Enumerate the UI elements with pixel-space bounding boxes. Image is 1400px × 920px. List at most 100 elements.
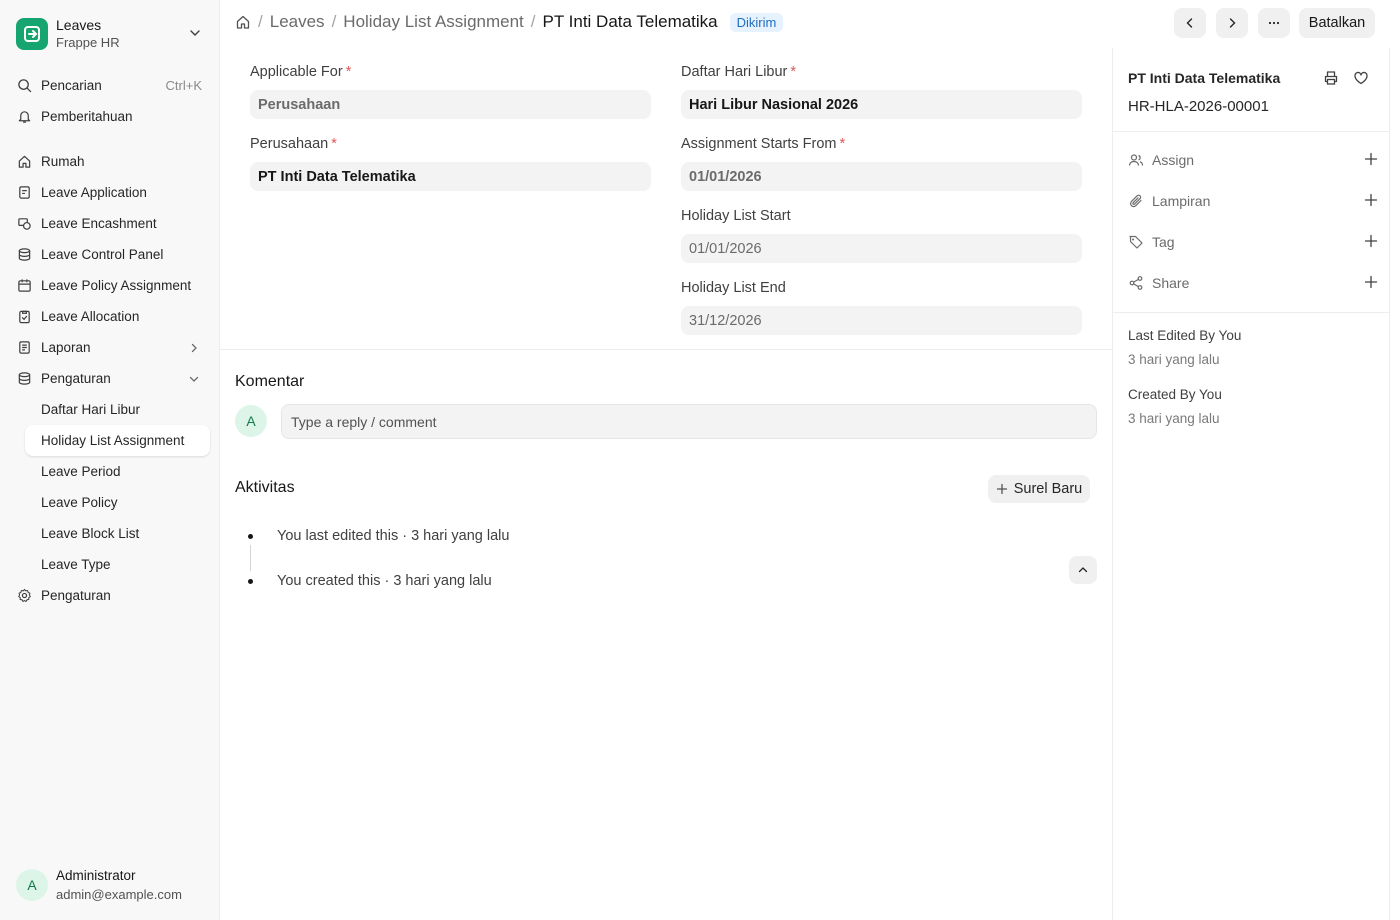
comment-input[interactable]: Type a reply / comment xyxy=(281,404,1097,439)
home-icon[interactable] xyxy=(235,14,251,30)
heart-icon[interactable] xyxy=(1353,70,1369,86)
timeline-line xyxy=(250,545,251,571)
field-label: Perusahaan xyxy=(250,136,329,152)
app-title: Leaves xyxy=(56,17,102,33)
timeline-dot xyxy=(248,579,253,584)
sidebar-item-label: Leave Encashment xyxy=(41,216,157,231)
breadcrumb-holiday-list-assignment[interactable]: Holiday List Assignment xyxy=(343,12,523,32)
app-subtitle: Frappe HR xyxy=(56,35,120,50)
chevron-left-icon xyxy=(1183,16,1197,30)
sidebar-item-label: Leave Policy Assignment xyxy=(41,278,192,293)
plus-icon[interactable] xyxy=(1364,152,1378,166)
chevron-right-icon xyxy=(1225,16,1239,30)
document-id: HR-HLA-2026-00001 xyxy=(1128,98,1269,115)
created-label: Created By You xyxy=(1128,387,1222,402)
tag-icon xyxy=(1128,234,1144,250)
plus-icon[interactable] xyxy=(1364,193,1378,207)
sidebar-item-settings-group[interactable]: Pengaturan xyxy=(8,363,212,394)
sidebar-item-leave-block-list[interactable]: Leave Block List xyxy=(8,518,212,549)
activity-item: You last edited this · 3 hari yang lalu xyxy=(277,528,510,544)
cancel-button[interactable]: Batalkan xyxy=(1299,8,1375,38)
holiday-list-start-input[interactable]: 01/01/2026 xyxy=(681,234,1082,263)
chevron-down-icon xyxy=(188,26,202,40)
holiday-list-start-field: Holiday List Start 01/01/2026 xyxy=(681,208,1082,263)
previous-button[interactable] xyxy=(1174,8,1206,38)
attachments-row[interactable]: Lampiran xyxy=(1128,190,1378,212)
more-horizontal-icon xyxy=(1267,16,1281,30)
paperclip-icon xyxy=(1128,193,1144,209)
user-menu[interactable]: A Administrator admin@example.com xyxy=(16,866,182,904)
holiday-list-end-input[interactable]: 31/12/2026 xyxy=(681,306,1082,335)
field-label: Daftar Hari Libur xyxy=(681,64,788,80)
user-name: Administrator xyxy=(56,868,136,883)
divider xyxy=(1113,131,1390,132)
form-section: Applicable For * Perusahaan Perusahaan * P… xyxy=(220,48,1112,350)
print-icon[interactable] xyxy=(1323,70,1339,86)
applicable-for-field: Applicable For * Perusahaan xyxy=(250,64,651,119)
assign-label: Assign xyxy=(1152,152,1195,168)
applicable-for-input[interactable]: Perusahaan xyxy=(250,90,651,119)
avatar: A xyxy=(235,405,267,437)
company-input[interactable]: PT Inti Data Telematika xyxy=(250,162,651,191)
new-email-button[interactable]: Surel Baru xyxy=(988,475,1090,503)
sidebar-item-leave-control-panel[interactable]: Leave Control Panel xyxy=(8,239,212,270)
tag-row[interactable]: Tag xyxy=(1128,231,1378,253)
sidebar-item-label: Laporan xyxy=(41,340,91,355)
sidebar-item-leave-allocation[interactable]: Leave Allocation xyxy=(8,301,212,332)
assignment-start-input[interactable]: 01/01/2026 xyxy=(681,162,1082,191)
document-sidebar: PT Inti Data Telematika HR-HLA-2026-0000… xyxy=(1112,48,1390,920)
assign-row[interactable]: Assign xyxy=(1128,149,1378,171)
holiday-list-input[interactable]: Hari Libur Nasional 2026 xyxy=(681,90,1082,119)
collapse-activity-button[interactable] xyxy=(1069,556,1097,584)
more-menu-button[interactable] xyxy=(1258,8,1290,38)
divider xyxy=(1113,312,1390,313)
sidebar-item-leave-application[interactable]: Leave Application xyxy=(8,177,212,208)
next-button[interactable] xyxy=(1216,8,1248,38)
sidebar-item-reports[interactable]: Laporan xyxy=(8,332,212,363)
sidebar-item-label: Pengaturan xyxy=(41,371,111,386)
sidebar-item-label: Leave Control Panel xyxy=(41,247,164,262)
attachments-label: Lampiran xyxy=(1152,193,1211,209)
app-logo xyxy=(16,18,48,50)
report-icon xyxy=(16,340,32,356)
created-value: 3 hari yang lalu xyxy=(1128,411,1220,426)
gear-icon xyxy=(16,588,32,604)
sidebar-item-leave-encashment[interactable]: Leave Encashment xyxy=(8,208,212,239)
new-email-label: Surel Baru xyxy=(1013,481,1083,497)
sidebar-item-holiday-list-assignment[interactable]: Holiday List Assignment xyxy=(25,425,210,456)
app-switcher[interactable]: Leaves Frappe HR xyxy=(16,14,206,54)
activity-title: Aktivitas xyxy=(235,479,295,496)
sidebar-item-leave-type[interactable]: Leave Type xyxy=(8,549,212,580)
database-icon xyxy=(16,247,32,263)
search-shortcut: Ctrl+K xyxy=(165,78,202,93)
users-icon xyxy=(1128,152,1144,168)
last-edited-label: Last Edited By You xyxy=(1128,328,1242,343)
holiday-list-field: Daftar Hari Libur * Hari Libur Nasional 2… xyxy=(681,64,1082,119)
timeline-dot xyxy=(248,534,253,539)
share-row[interactable]: Share xyxy=(1128,272,1378,294)
notifications-button[interactable]: Pemberitahuan xyxy=(8,101,212,132)
chevron-down-icon xyxy=(188,373,200,385)
breadcrumb-leaves[interactable]: Leaves xyxy=(270,12,325,32)
plus-icon[interactable] xyxy=(1364,275,1378,289)
encashment-icon xyxy=(16,216,32,232)
sidebar-item-home[interactable]: Rumah xyxy=(8,146,212,177)
sidebar-item-leave-period[interactable]: Leave Period xyxy=(8,456,212,487)
plus-icon xyxy=(996,483,1008,495)
holiday-list-end-field: Holiday List End 31/12/2026 xyxy=(681,280,1082,335)
last-edited-value: 3 hari yang lalu xyxy=(1128,352,1220,367)
sidebar-item-leave-policy[interactable]: Leave Policy xyxy=(8,487,212,518)
search-button[interactable]: Pencarian Ctrl+K xyxy=(8,70,212,101)
sidebar-item-holiday-list[interactable]: Daftar Hari Libur xyxy=(8,394,212,425)
sidebar-item-settings[interactable]: Pengaturan xyxy=(8,580,212,611)
sidebar-item-label: Pengaturan xyxy=(41,588,111,603)
sidebar-item-leave-policy-assignment[interactable]: Leave Policy Assignment xyxy=(8,270,212,301)
plus-icon[interactable] xyxy=(1364,234,1378,248)
sidebar: Leaves Frappe HR Pencarian Ctrl+K Pember… xyxy=(0,0,220,920)
document-title: PT Inti Data Telematika xyxy=(1128,70,1281,86)
database-icon xyxy=(16,371,32,387)
field-label: Holiday List Start xyxy=(681,208,791,224)
field-label: Holiday List End xyxy=(681,280,786,296)
chevron-up-icon xyxy=(1077,564,1089,576)
last-edited-info: Last Edited By You 3 hari yang lalu xyxy=(1128,324,1241,372)
